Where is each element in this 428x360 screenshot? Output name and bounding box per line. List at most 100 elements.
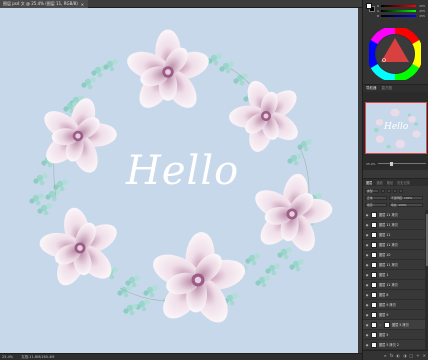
visibility-eye-icon[interactable]: ◉: [365, 263, 369, 267]
slider-value[interactable]: 255: [418, 4, 425, 8]
tab-channels[interactable]: 通道: [376, 180, 382, 185]
visibility-eye-icon[interactable]: ◉: [365, 313, 369, 317]
folder-icon[interactable]: □: [410, 353, 414, 358]
mask-icon[interactable]: ◐: [397, 353, 401, 358]
layer-name[interactable]: 图层 9 拷贝: [379, 302, 425, 307]
tab-history[interactable]: 历史记录: [397, 180, 410, 185]
fx-icon[interactable]: fx: [390, 353, 394, 358]
new-layer-icon[interactable]: +: [416, 353, 419, 358]
navigator-hello-text: Hello: [384, 122, 409, 132]
navigator-thumbnail[interactable]: Hello: [365, 102, 427, 154]
layer-row[interactable]: ◉ 图层 5: [363, 330, 425, 340]
slider-value[interactable]: 255: [418, 14, 425, 18]
layer-row[interactable]: ◉ 图层 11 拷贝: [363, 210, 425, 220]
layer-name[interactable]: 图层 11 拷贝: [379, 262, 425, 267]
navigator-zoom-slider[interactable]: [378, 161, 426, 166]
layer-name[interactable]: 图层 11 拷贝: [379, 222, 425, 227]
layer-filter-row: 类型: [365, 188, 427, 193]
layer-name[interactable]: 图层 5 拷贝 2: [379, 342, 425, 347]
layer-name[interactable]: 图层 8: [379, 292, 425, 297]
color-slider-b[interactable]: B 255: [377, 14, 425, 18]
visibility-eye-icon[interactable]: ◉: [365, 213, 369, 217]
layer-thumbnail: [371, 251, 377, 258]
visibility-eye-icon[interactable]: ◉: [365, 333, 369, 337]
layer-name[interactable]: 图层 1: [379, 272, 425, 277]
tab-layers[interactable]: 图层: [366, 180, 372, 185]
layer-thumbnail: [371, 231, 377, 238]
slider-track[interactable]: [381, 10, 416, 12]
close-icon[interactable]: ×: [81, 2, 84, 7]
layer-row[interactable]: ◉ ∞ 图层 5 拷贝: [363, 320, 425, 330]
document-tab[interactable]: 图层 psd 文 @ 25.4% (图层 11, RGB/8) ×: [0, 0, 89, 8]
layer-row[interactable]: ◉ 图层 11 拷贝: [363, 280, 425, 290]
color-slider-r[interactable]: R 255: [377, 4, 425, 8]
visibility-eye-icon[interactable]: ◉: [365, 283, 369, 287]
zoom-slider-handle[interactable]: [390, 161, 393, 166]
visibility-eye-icon[interactable]: ◉: [365, 343, 369, 347]
layer-name[interactable]: 图层 5 拷贝: [392, 322, 425, 327]
layer-row[interactable]: ◉ 图层 11 拷贝: [363, 240, 425, 250]
layer-name[interactable]: 图层 11: [379, 232, 425, 237]
visibility-eye-icon[interactable]: ◉: [365, 273, 369, 277]
color-wheel[interactable]: [367, 26, 423, 82]
slider-track[interactable]: [381, 5, 416, 7]
trash-icon[interactable]: ✕: [423, 353, 426, 358]
layer-name[interactable]: 图层 11 拷贝: [379, 212, 425, 217]
layer-name[interactable]: 图层 11 拷贝: [379, 242, 425, 247]
slider-value[interactable]: 255: [418, 9, 425, 13]
filter-pixel-icon[interactable]: [381, 188, 385, 193]
layer-name[interactable]: 图层 9: [379, 312, 425, 317]
visibility-eye-icon[interactable]: ◉: [365, 323, 369, 327]
layer-thumbnail: [371, 271, 377, 278]
slider-label: G: [377, 9, 380, 13]
tab-paths[interactable]: 路径: [387, 180, 393, 185]
layer-row[interactable]: ◉ 图层 9 拷贝: [363, 300, 425, 310]
document-tab-title: 图层 psd 文 @ 25.4% (图层 11, RGB/8): [3, 1, 78, 6]
layer-row[interactable]: ◉ 图层 11 拷贝: [363, 220, 425, 230]
layer-mask-thumbnail[interactable]: [384, 321, 390, 328]
opacity-field[interactable]: 不透明度: 100%: [389, 195, 423, 200]
layer-row[interactable]: ◉ 图层 1: [363, 270, 425, 280]
layer-row[interactable]: ◉ 图层 11 拷贝: [363, 260, 425, 270]
layer-name[interactable]: 图层 5: [379, 332, 425, 337]
color-slider-g[interactable]: G 255: [377, 9, 425, 13]
layer-row[interactable]: ◉ 图层 11: [363, 230, 425, 240]
visibility-eye-icon[interactable]: ◉: [365, 223, 369, 227]
layers-footer: ∞ fx ◐ ◑ □ + ✕: [363, 350, 428, 360]
foreground-color-swatch[interactable]: [366, 3, 372, 9]
layer-thumbnail: [371, 261, 377, 268]
layer-thumbnail: [371, 241, 377, 248]
navigator-panel: Hello 25.4%: [363, 92, 428, 170]
filter-type-icon[interactable]: [393, 188, 397, 193]
layer-name[interactable]: 图层 10: [379, 252, 425, 257]
slider-track[interactable]: [381, 15, 416, 17]
layer-name[interactable]: 图层 11 拷贝: [379, 282, 425, 287]
navigator-tab-bar: 导航器 直方图: [363, 84, 428, 92]
filter-adjust-icon[interactable]: [387, 188, 391, 193]
visibility-eye-icon[interactable]: ◉: [365, 243, 369, 247]
layer-thumbnail: [371, 301, 377, 308]
layer-row[interactable]: ◉ 图层 5 拷贝 2: [363, 340, 425, 350]
blend-mode-select[interactable]: 正常: [365, 195, 387, 200]
visibility-eye-icon[interactable]: ◉: [365, 303, 369, 307]
layer-row[interactable]: ◉ 图层 8: [363, 290, 425, 300]
kind-filter-select[interactable]: 类型: [365, 188, 379, 193]
status-zoom[interactable]: 25.4%: [2, 355, 13, 359]
navigator-zoom-value[interactable]: 25.4%: [366, 162, 376, 166]
filter-shape-icon[interactable]: [399, 188, 403, 193]
fill-field[interactable]: 填充: 100%: [389, 202, 423, 207]
navigator-zoom: 25.4%: [366, 161, 426, 166]
visibility-eye-icon[interactable]: ◉: [365, 253, 369, 257]
link-icon[interactable]: ∞: [383, 353, 386, 358]
layer-row[interactable]: ◉ 图层 9: [363, 310, 425, 320]
right-panel-dock: R 255 G 255 B 255 导航器 直方图 Hello 25.4% 图层…: [362, 0, 428, 360]
tab-navigator[interactable]: 导航器: [366, 86, 377, 91]
layer-row[interactable]: ◉ 图层 10: [363, 250, 425, 260]
visibility-eye-icon[interactable]: ◉: [365, 233, 369, 237]
visibility-eye-icon[interactable]: ◉: [365, 293, 369, 297]
canvas[interactable]: Hello: [0, 8, 358, 353]
adjustment-icon[interactable]: ◑: [403, 353, 407, 358]
tab-histogram[interactable]: 直方图: [382, 86, 393, 91]
slider-label: R: [377, 4, 380, 8]
lock-label: 锁定:: [365, 202, 387, 207]
